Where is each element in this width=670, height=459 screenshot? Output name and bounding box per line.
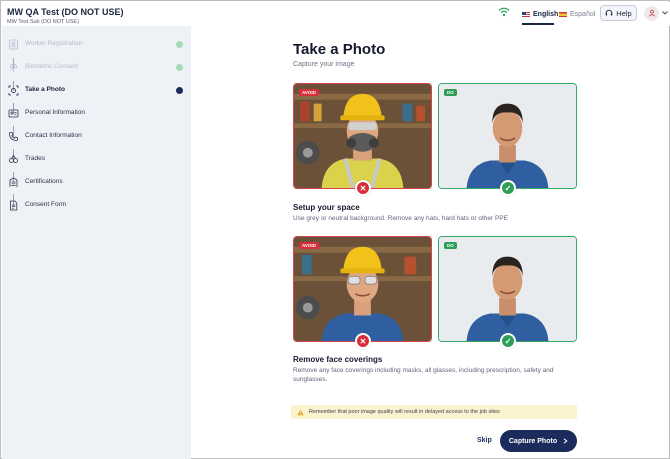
user-id-icon [9, 39, 18, 50]
page-subtitle: Capture your image [293, 61, 355, 68]
sidebar-step-label: Consent Form [25, 201, 67, 208]
user-menu-button[interactable] [644, 5, 670, 21]
spain-flag-icon [559, 11, 567, 17]
chevron-down-icon [662, 11, 668, 15]
section-title: Setup your space [293, 203, 360, 212]
step-complete-indicator [176, 64, 183, 71]
avoid-tag: AVOID [299, 242, 319, 249]
help-label: Help [616, 8, 632, 18]
warning-icon [297, 409, 304, 415]
section-description: Remove any face coverings including mask… [293, 367, 554, 383]
step-complete-indicator [176, 41, 183, 48]
capture-photo-label: Capture Photo [508, 437, 558, 445]
section-title: Remove face coverings [293, 355, 383, 364]
page-title: Take a Photo [293, 41, 386, 58]
worker-with-glasses-illustration [294, 237, 431, 341]
avoid-example-photo: AVOID [293, 83, 432, 189]
tools-icon [9, 154, 18, 163]
sidebar-step-label: Biometric Consent [25, 63, 79, 70]
language-spanish-label: Español [570, 10, 596, 18]
language-english-label: English [533, 10, 559, 18]
sidebar-step-consent-form[interactable]: Consent Form [2, 199, 191, 213]
avoid-example-photo: AVOID [293, 236, 432, 342]
sidebar-step-trades[interactable]: Trades [2, 153, 191, 167]
user-icon [648, 9, 655, 17]
certificate-icon [9, 177, 18, 187]
do-example-photo: DO [438, 83, 577, 189]
capture-photo-button[interactable]: Capture Photo [500, 430, 577, 452]
do-check-icon: ✓ [500, 333, 516, 349]
sidebar-step-label: Trades [25, 155, 45, 162]
organization-subtitle: MW Test Sub (DO NOT USE) [7, 19, 79, 25]
do-example-photo: DO [438, 236, 577, 342]
sidebar-step-take-a-photo[interactable]: Take a Photo [2, 84, 191, 98]
section-description: Use grey or neutral background. Remove a… [293, 215, 508, 222]
sidebar-step-label: Take a Photo [25, 86, 65, 93]
id-card-icon [8, 109, 19, 118]
wifi-icon [498, 7, 510, 17]
fingerprint-icon [10, 63, 17, 72]
phone-icon [9, 132, 18, 141]
worker-with-ppe-illustration [294, 84, 431, 188]
language-spanish[interactable]: Español [559, 8, 595, 20]
do-tag: DO [444, 242, 457, 249]
help-button[interactable]: Help [600, 5, 637, 21]
headset-icon [605, 9, 613, 16]
active-language-indicator [522, 23, 554, 25]
avoid-tag: AVOID [299, 89, 319, 96]
camera-icon [8, 85, 19, 96]
do-check-icon: ✓ [500, 180, 516, 196]
progress-sidebar: Worker Registration Biometric Consent Ta… [2, 26, 191, 459]
worker-neutral-illustration [439, 237, 576, 341]
avatar [644, 5, 659, 21]
sidebar-step-label: Certifications [25, 178, 63, 185]
language-english[interactable]: English [522, 8, 559, 25]
sidebar-step-label: Contact Information [25, 132, 82, 139]
sidebar-step-contact-information[interactable]: Contact Information [2, 130, 191, 144]
main-content: Take a Photo Capture your image AVOID ✕ … [191, 26, 670, 459]
sidebar-step-certifications[interactable]: Certifications [2, 176, 191, 190]
avoid-x-icon: ✕ [355, 180, 371, 196]
us-flag-icon [522, 11, 530, 17]
do-tag: DO [444, 89, 457, 96]
worker-neutral-illustration [439, 84, 576, 188]
sidebar-step-biometric-consent[interactable]: Biometric Consent [2, 61, 191, 75]
document-icon [10, 200, 18, 211]
sidebar-step-label: Worker Registration [25, 40, 83, 47]
app-window: MW QA Test (DO NOT USE) MW Test Sub (DO … [0, 0, 670, 459]
step-current-indicator [176, 87, 183, 94]
sidebar-step-worker-registration[interactable]: Worker Registration [2, 38, 191, 52]
top-bar: MW QA Test (DO NOT USE) MW Test Sub (DO … [2, 2, 670, 26]
sidebar-step-personal-information[interactable]: Personal Information [2, 107, 191, 121]
avoid-x-icon: ✕ [355, 333, 371, 349]
organization-title: MW QA Test (DO NOT USE) [7, 7, 124, 17]
chevron-right-icon [563, 438, 568, 444]
sidebar-step-label: Personal Information [25, 109, 85, 116]
warning-text: Remember that poor image quality will re… [309, 409, 500, 415]
skip-button[interactable]: Skip [477, 437, 492, 444]
image-quality-warning: Remember that poor image quality will re… [291, 405, 577, 419]
